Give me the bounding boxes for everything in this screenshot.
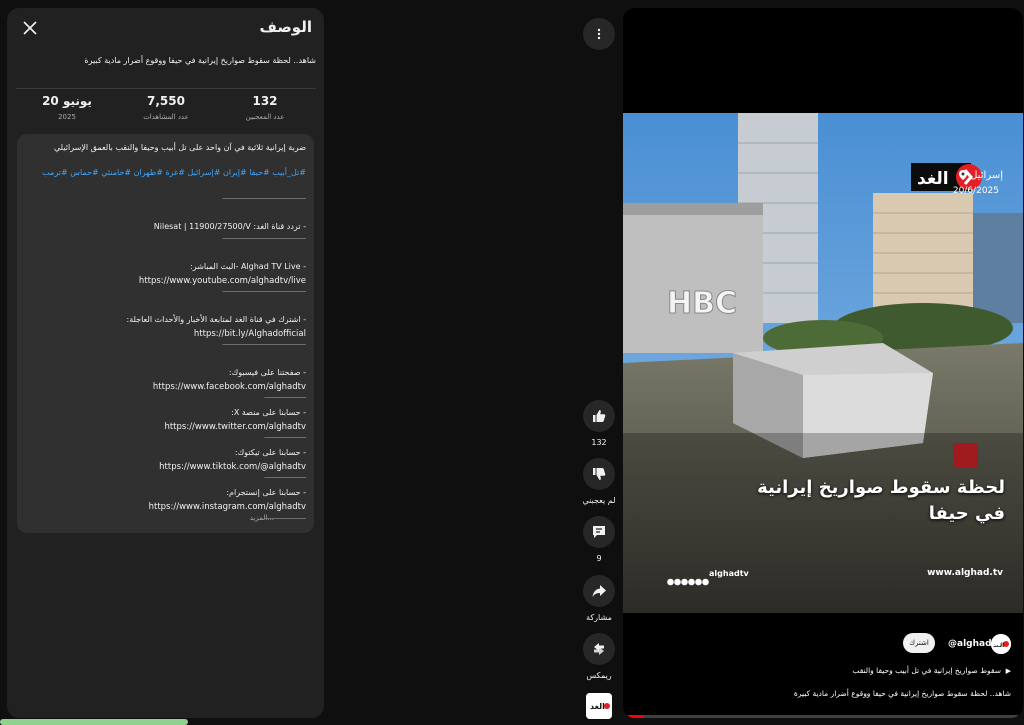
channel-name[interactable]: @alghadtv [948, 639, 1002, 649]
x-link[interactable]: https://www.twitter.com/alghadtv [25, 422, 306, 432]
date-stat: 20 يونيو 2025 [27, 94, 107, 121]
remix-action: ريمكس [580, 633, 618, 680]
description-subtitle: شاهد.. لحظة سقوط صواريخ إيرانية في حيفا … [84, 56, 316, 65]
more-options-button[interactable] [583, 18, 615, 50]
share-label: مشاركة [586, 613, 612, 622]
location-text: إسرائيل [970, 170, 1003, 181]
thumbs-down-icon [593, 468, 606, 480]
subscribe-button[interactable]: اشترك [903, 633, 935, 653]
channel-logo-thumb[interactable]: الغد [586, 693, 612, 719]
share-action: مشاركة [580, 575, 618, 622]
separator-line: ——————— [264, 433, 306, 441]
social-icons [667, 578, 709, 586]
separator-line: —————————————— [222, 287, 306, 295]
likes-value: 132 [252, 94, 278, 108]
likes-label: عدد المعجبين [245, 113, 285, 121]
like-count: 132 [591, 438, 607, 447]
date-value: 20 يونيو [42, 94, 92, 108]
remix-icon [594, 643, 604, 655]
play-arrow-icon: ▶ [1005, 667, 1011, 675]
facebook-label: - صفحتنا على فيسبوك: [228, 368, 306, 377]
views-label: عدد المشاهدات [143, 113, 189, 121]
remix-button[interactable] [583, 633, 615, 665]
divider [16, 88, 316, 89]
x-label: - حسابنا على منصة X: [231, 408, 306, 417]
instagram-label: - حسابنا على إنستجرام: [226, 488, 306, 497]
description-headline: ضربة إيرانية ثلاثية في آن واحد على تل أب… [54, 143, 306, 152]
comments-button[interactable] [583, 516, 615, 548]
video-handle: alghadtv [709, 569, 749, 578]
video-player[interactable]: HBC الغد إسرائيل 20/6/2025 لحظة سقوط صوا… [623, 8, 1023, 718]
svg-text:الغد: الغد [590, 702, 605, 711]
comment-icon [593, 526, 605, 538]
caption-line-1: لحظة سقوط صواريخ إيرانية [757, 477, 1005, 498]
video-date: 20/6/2025 [952, 186, 999, 196]
live-label: - Alghad TV Live -البث المباشر: [190, 262, 306, 271]
description-header: الوصف [7, 8, 324, 48]
year-label: 2025 [58, 113, 76, 121]
close-icon [23, 21, 37, 35]
separator-line: ——————— [264, 473, 306, 481]
alghad-logo-icon: الغد [586, 693, 612, 719]
dislike-button[interactable] [583, 458, 615, 490]
tiktok-label: - حسابنا على تيكتوك: [234, 448, 306, 457]
dislike-label: لم يعجبني [582, 496, 616, 505]
share-button[interactable] [583, 575, 615, 607]
video-website: www.alghad.tv [927, 568, 1003, 578]
video-title: شاهد.. لحظة سقوط صواريخ إيرانية في حيفا … [793, 689, 1011, 698]
description-panel: الوصف شاهد.. لحظة سقوط صواريخ إيرانية في… [7, 8, 324, 718]
hbc-sign: HBC [667, 286, 737, 321]
location-label: إسرائيل [958, 170, 1003, 181]
views-value: 7,550 [147, 94, 185, 108]
separator-line: —————————————— [222, 340, 306, 348]
progress-bar[interactable] [628, 715, 1018, 718]
loading-bar [0, 719, 188, 725]
svg-text:الغد: الغد [917, 169, 949, 189]
video-frame[interactable]: HBC الغد إسرائيل 20/6/2025 لحظة سقوط صوا… [623, 113, 1023, 613]
hashtags[interactable]: #تل_أبيب #حيفا #إيران #إسرائيل #غزة #طهر… [25, 166, 306, 179]
social-icons-row [667, 571, 709, 590]
separator-line: —————————————— [222, 234, 306, 242]
share-icon [592, 585, 606, 597]
now-playing-text[interactable]: سقوط صواريخ إيرانية في تل أبيب وحيفا وال… [852, 666, 1001, 675]
separator-line: —————————————— [222, 194, 306, 202]
thumbs-up-icon [593, 410, 606, 422]
more-vertical-icon [597, 28, 601, 40]
caption-line-2: في حيفا [928, 503, 1005, 524]
tiktok-link[interactable]: https://www.tiktok.com/@alghadtv [25, 462, 306, 472]
subscribe-link[interactable]: https://bit.ly/Alghadofficial [25, 329, 306, 339]
comments-count: 9 [596, 554, 602, 563]
likes-stat: 132 عدد المعجبين [225, 94, 305, 121]
dislike-action: لم يعجبني [580, 458, 618, 505]
remix-label: ريمكس [586, 671, 612, 680]
progress-fill [628, 715, 644, 718]
views-stat: 7,550 عدد المشاهدات [126, 94, 206, 121]
video-caption: لحظة سقوط صواريخ إيرانية في حيفا [705, 475, 1005, 527]
subscribe-label: - اشترك في قناة الغد لمتابعة الأخبار وال… [126, 315, 306, 324]
description-title: الوصف [259, 18, 312, 36]
like-button[interactable] [583, 400, 615, 432]
separator-line: ——————— [264, 393, 306, 401]
live-link[interactable]: https://www.youtube.com/alghadtv/live [25, 276, 306, 286]
show-more-link[interactable]: ...المزيد [250, 514, 274, 522]
comments-action: 9 [580, 516, 618, 563]
description-body: ضربة إيرانية ثلاثية في آن واحد على تل أب… [17, 134, 314, 533]
instagram-link[interactable]: https://www.instagram.com/alghadtv [25, 502, 306, 512]
facebook-link[interactable]: https://www.facebook.com/alghadtv [25, 382, 306, 392]
frequency-text: - تردد قناة الغد: Nilesat | 11900/27500/… [153, 222, 306, 231]
location-pin-icon [958, 170, 967, 180]
close-button[interactable] [20, 18, 40, 38]
like-action: 132 [580, 400, 618, 447]
